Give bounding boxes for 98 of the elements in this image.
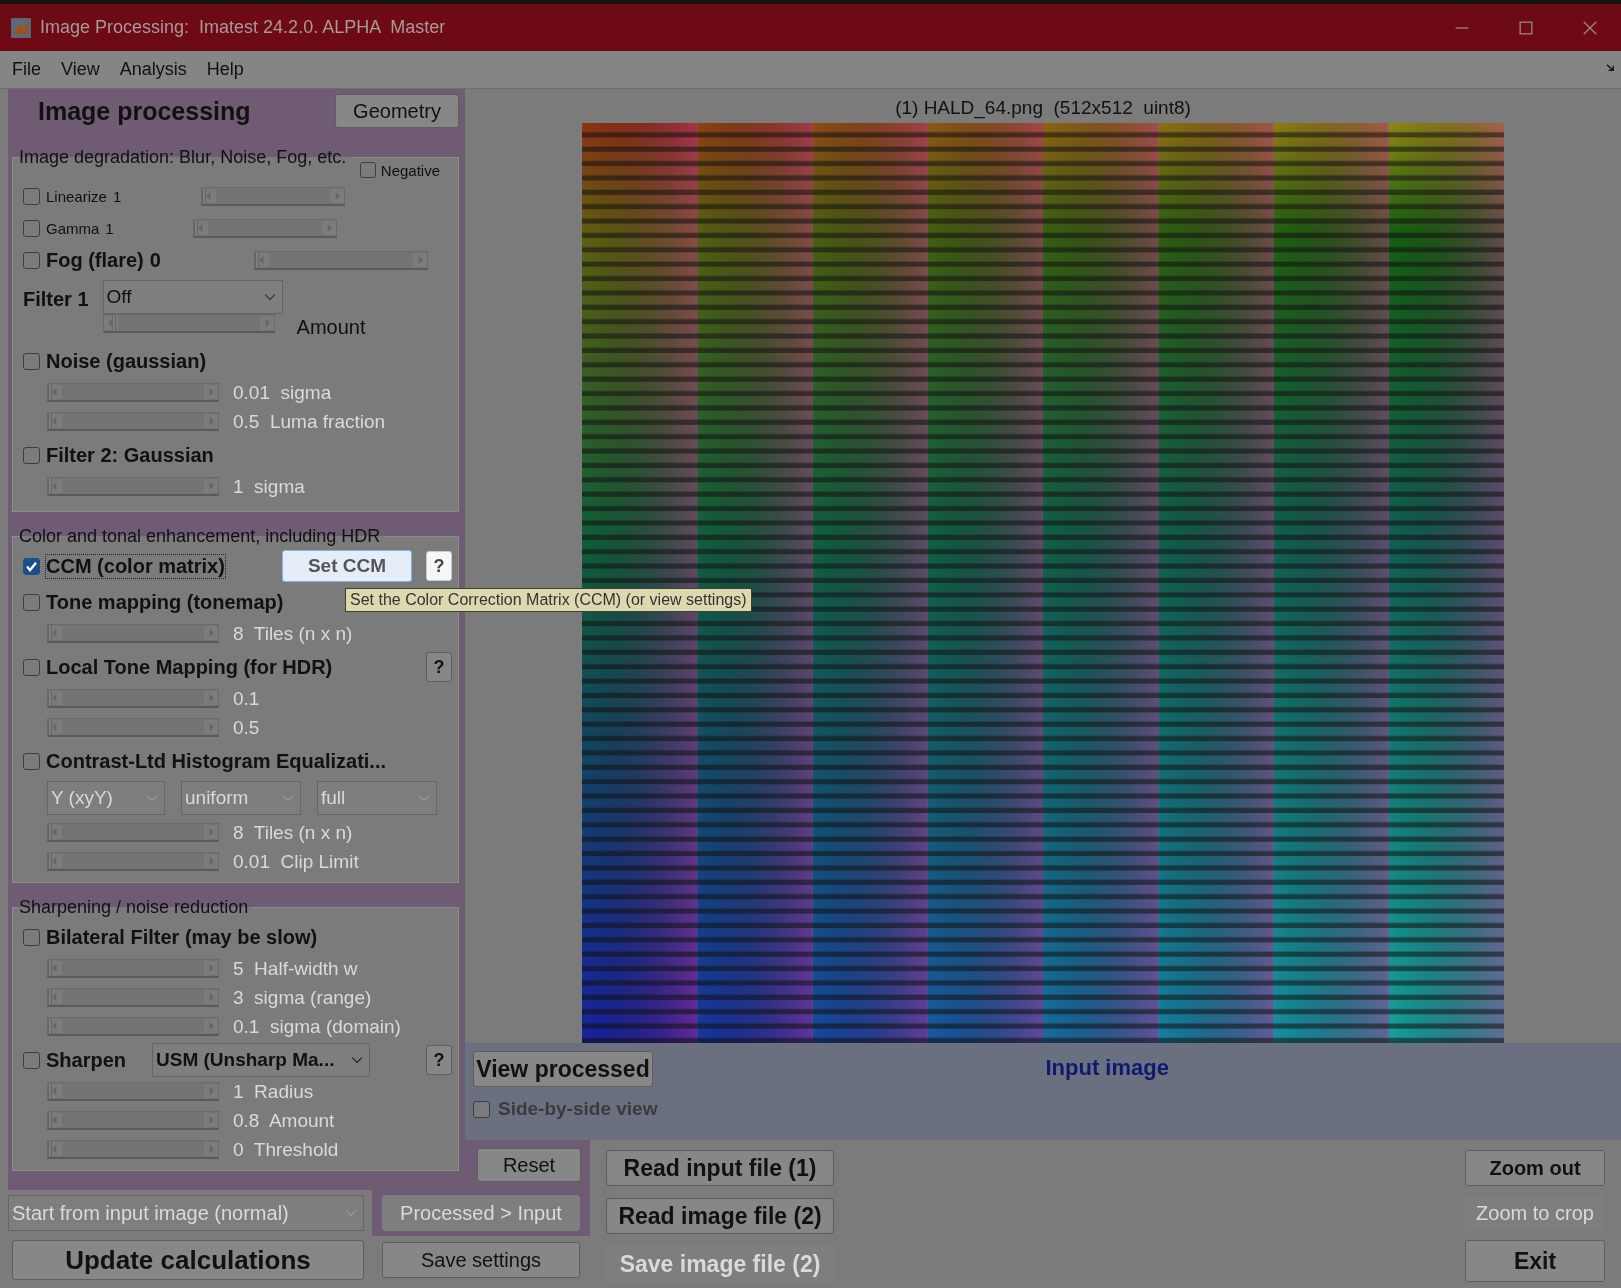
checkbox-label: CCM (color matrix) <box>46 554 225 578</box>
checkbox[interactable] <box>359 162 376 178</box>
slider-thumb[interactable] <box>201 187 206 204</box>
slider[interactable] <box>47 689 219 708</box>
checkbox-label: Side-by-side view <box>498 1098 658 1120</box>
slider-reading: 1 Radius <box>233 1080 314 1103</box>
checkbox[interactable] <box>23 187 40 205</box>
section-title: Sharpening / noise reduction <box>19 897 250 918</box>
slider-reading: 8 Tiles (n x n) <box>233 821 353 844</box>
checkbox-label: Filter 2: Gaussian <box>46 443 214 467</box>
slider-thumb[interactable] <box>111 315 116 331</box>
amount-label: Amount <box>296 316 366 339</box>
slider[interactable] <box>47 852 219 871</box>
slider[interactable] <box>200 186 345 206</box>
checkbox-label: Gamma <box>46 219 100 237</box>
slider-reading: 0.8 Amount <box>233 1109 335 1132</box>
slider-reading: 0.1 <box>233 687 260 710</box>
slider-reading: 0.5 <box>233 716 260 739</box>
checkbox-label: Fog (flare) <box>46 248 144 272</box>
help-button[interactable]: ? <box>426 1045 452 1075</box>
checkbox[interactable] <box>23 557 40 575</box>
slider[interactable] <box>47 1017 219 1036</box>
checkbox[interactable] <box>23 752 40 770</box>
slider[interactable] <box>47 383 219 402</box>
checkbox[interactable] <box>23 928 40 946</box>
checkbox-label: Sharpen <box>46 1048 127 1072</box>
geometry-button[interactable]: Geometry <box>335 94 459 128</box>
caret-icon <box>351 1054 364 1066</box>
menu-item[interactable]: File <box>12 59 41 80</box>
tooltip: Set the Color Correction Matrix (CCM) (or view settings) <box>345 588 752 612</box>
filter-dropdown[interactable]: Off <box>102 280 283 314</box>
app-icon <box>10 16 32 39</box>
slider[interactable] <box>47 959 219 978</box>
slider[interactable] <box>47 477 219 496</box>
checkbox-label: Noise (gaussian) <box>46 349 207 373</box>
slider[interactable] <box>102 314 275 333</box>
checkbox[interactable] <box>23 251 40 269</box>
section-title: Color and tonal enhancement, including HDR <box>19 526 382 547</box>
slider[interactable] <box>47 412 219 431</box>
slider[interactable] <box>47 1082 219 1101</box>
checkbox-label: Linearize <box>46 187 107 205</box>
slider[interactable] <box>47 823 219 842</box>
slider[interactable] <box>47 988 219 1007</box>
save-settings-button[interactable]: Save settings <box>382 1242 580 1278</box>
section-title: Image degradation: Blur, Noise, Fog, etc. <box>19 147 348 168</box>
slider-thumb[interactable] <box>194 219 199 236</box>
sharpen-dropdown[interactable]: USM (Unsharp Ma... <box>152 1043 371 1077</box>
slider[interactable] <box>47 1111 219 1130</box>
checkbox[interactable] <box>23 219 40 237</box>
slider-reading: 5 Half-width w <box>233 957 358 980</box>
slider-thumb[interactable] <box>254 251 259 268</box>
panel-title: Image processing <box>38 96 251 126</box>
value-text: 1 <box>105 219 115 237</box>
reset-button[interactable]: Reset <box>477 1148 581 1182</box>
set-ccm-button[interactable]: Set CCM <box>282 550 412 582</box>
slider[interactable] <box>47 624 219 643</box>
checkbox[interactable] <box>473 1100 490 1118</box>
slider-reading: 0.01 sigma <box>233 381 332 404</box>
slider-reading: 0.5 Luma fraction <box>233 410 386 433</box>
checkbox-label: Negative <box>380 161 440 179</box>
arrow-icon[interactable] <box>1606 63 1615 72</box>
checkbox[interactable] <box>23 352 40 370</box>
slider-reading: 3 sigma (range) <box>233 986 372 1009</box>
slider[interactable] <box>47 718 219 737</box>
checkbox[interactable] <box>23 446 40 464</box>
slider-reading: 8 Tiles (n x n) <box>233 622 353 645</box>
view-processed-button[interactable]: View processed <box>473 1051 653 1087</box>
menu-item[interactable]: Help <box>206 59 244 80</box>
file-button[interactable]: Read input file (1) <box>606 1150 834 1186</box>
slider-reading: 0 Threshold <box>233 1138 339 1161</box>
checkbox-label: Local Tone Mapping (for HDR) <box>46 655 333 679</box>
checkbox[interactable] <box>23 658 40 676</box>
slider-reading: 0.1 sigma (domain) <box>233 1015 401 1038</box>
zoom-button[interactable]: Exit <box>1465 1240 1605 1282</box>
help-button[interactable]: ? <box>426 652 452 682</box>
checkbox-label: Bilateral Filter (may be slow) <box>46 925 318 949</box>
filter-label: Filter 1 <box>23 288 89 311</box>
menu-item[interactable]: View <box>61 59 100 80</box>
checkbox-label: Tone mapping (tonemap) <box>46 590 284 614</box>
zoom-button[interactable]: Zoom out <box>1465 1150 1605 1186</box>
update-calculations-button[interactable]: Update calculations <box>12 1240 364 1280</box>
window-title: Image Processing: Imatest 24.2.0. ALPHA Master <box>40 17 446 38</box>
checkbox-label: Contrast-Ltd Histogram Equalizati... <box>46 749 387 773</box>
menu-item[interactable]: Analysis <box>119 59 187 80</box>
checkbox[interactable] <box>23 1051 40 1069</box>
view-label: Input image <box>1045 1055 1169 1081</box>
file-button[interactable]: Read image file (2) <box>606 1198 834 1234</box>
value-text: 1 <box>112 187 123 205</box>
slider[interactable] <box>253 250 428 270</box>
slider[interactable] <box>47 1140 219 1159</box>
checkbox[interactable] <box>23 593 40 611</box>
slider[interactable] <box>193 218 338 238</box>
caret-icon <box>263 291 276 303</box>
slider-reading: 1 sigma <box>233 475 305 498</box>
image-title: (1) HALD_64.png (512x512 uint8) <box>895 97 1191 121</box>
slider-reading: 0.01 Clip Limit <box>233 850 359 873</box>
value-text: 0 <box>149 248 162 272</box>
help-button[interactable]: ? <box>426 551 452 581</box>
